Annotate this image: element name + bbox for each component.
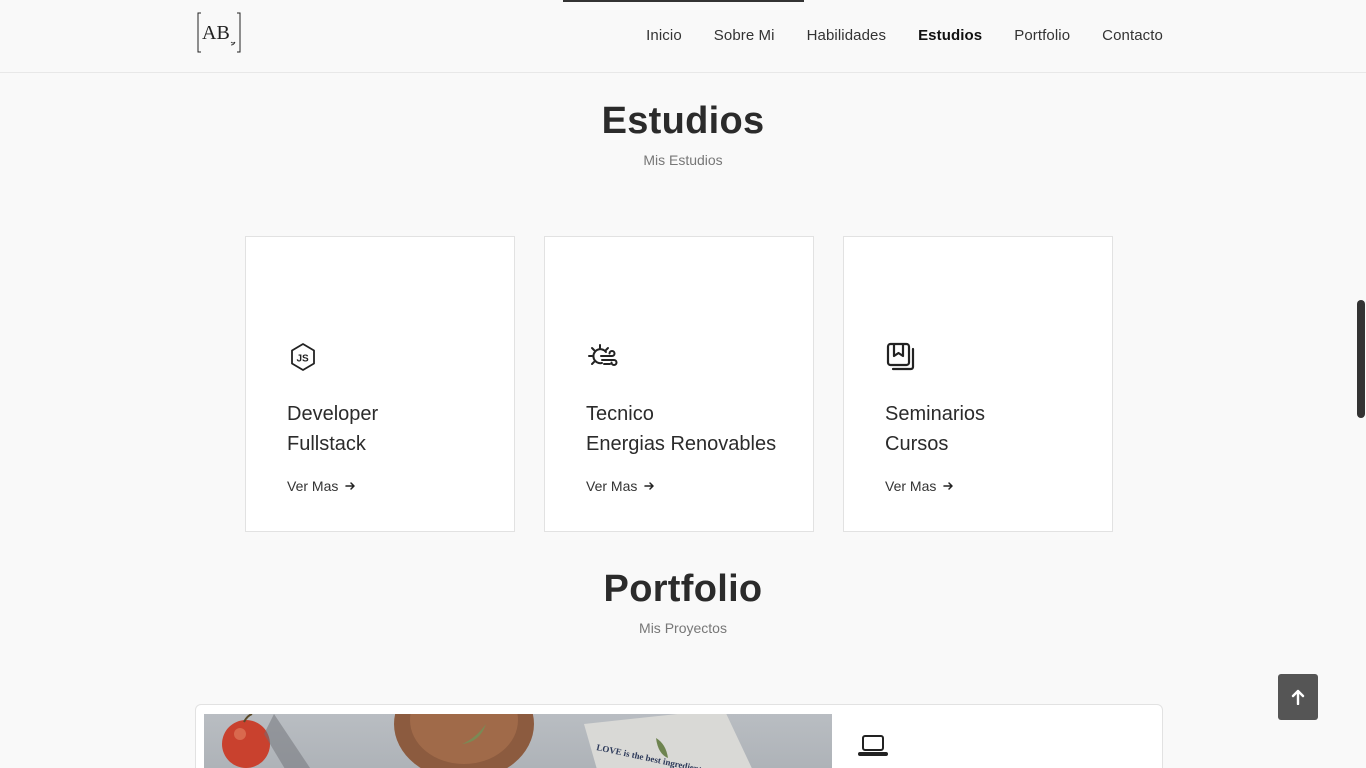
nodejs-icon: JS <box>287 341 319 373</box>
portfolio-subtitle: Mis Proyectos <box>639 620 727 636</box>
study-card-seminarios: Seminarios Cursos Ver Mas <box>843 236 1113 532</box>
study-card-energias: Tecnico Energias Renovables Ver Mas <box>544 236 814 532</box>
studies-title: Estudios <box>601 100 765 142</box>
study-card-developer: JS Developer Fullstack Ver Mas <box>245 236 515 532</box>
portfolio-title: Portfolio <box>603 568 763 610</box>
logo-mark-icon: AB <box>197 12 241 53</box>
scroll-to-top-button[interactable] <box>1278 674 1318 720</box>
sun-wind-icon <box>586 341 618 373</box>
nav-contacto[interactable]: Contacto <box>1102 27 1163 44</box>
ver-mas-link[interactable]: Ver Mas <box>586 478 655 494</box>
nav-sobre-mi[interactable]: Sobre Mi <box>714 27 775 44</box>
svg-text:JS: JS <box>297 354 310 365</box>
logo[interactable]: AB <box>197 12 241 53</box>
ver-mas-link[interactable]: Ver Mas <box>287 478 356 494</box>
scrollbar-thumb[interactable] <box>1357 300 1365 418</box>
svg-text:AB: AB <box>202 22 230 44</box>
arrow-right-icon <box>943 482 954 490</box>
main-nav: Inicio Sobre Mi Habilidades Estudios Por… <box>646 27 1163 44</box>
site-header: AB Inicio Sobre Mi Habilidades Estudios … <box>0 0 1366 73</box>
portfolio-project-card[interactable]: LOVE is the best ingredient <box>195 704 1163 768</box>
ver-mas-link[interactable]: Ver Mas <box>885 478 954 494</box>
bookmarks-icon <box>885 341 917 373</box>
arrow-up-icon <box>1291 689 1305 705</box>
arrow-right-icon <box>644 482 655 490</box>
nav-habilidades[interactable]: Habilidades <box>807 27 886 44</box>
laptop-icon <box>858 733 888 759</box>
nav-portfolio[interactable]: Portfolio <box>1014 27 1070 44</box>
header-accent-line <box>563 0 804 2</box>
card-title: Tecnico Energias Renovables <box>586 403 777 455</box>
arrow-right-icon <box>345 482 356 490</box>
card-title: Seminarios Cursos <box>885 403 986 455</box>
project-image: LOVE is the best ingredient <box>204 714 832 768</box>
card-title: Developer Fullstack <box>287 403 379 455</box>
nav-inicio[interactable]: Inicio <box>646 27 682 44</box>
nav-estudios[interactable]: Estudios <box>918 27 982 44</box>
studies-subtitle: Mis Estudios <box>643 152 723 168</box>
